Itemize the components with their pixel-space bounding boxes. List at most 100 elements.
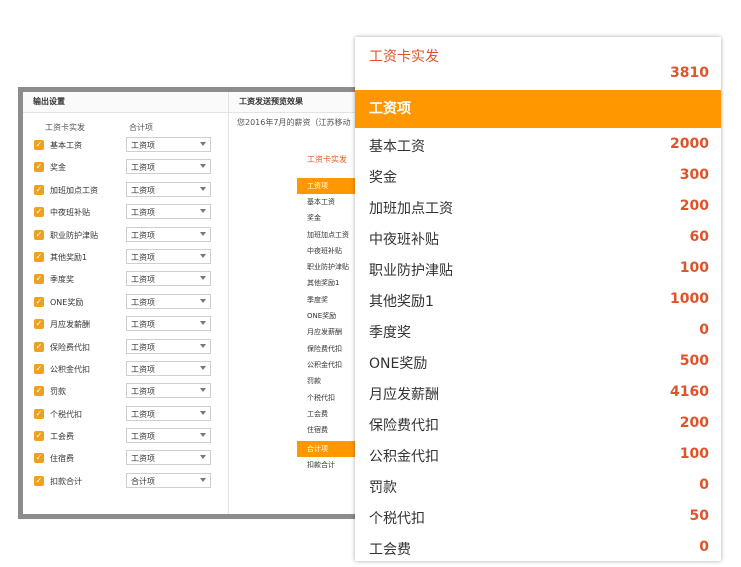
checkbox-checked-icon[interactable]: ✓ [34,475,44,486]
mini-preview-item: ONE奖励 [307,312,337,321]
checkbox-checked-icon[interactable]: ✓ [34,363,44,374]
type-select-value: 工资项 [131,432,155,442]
mini-preview-title: 工资卡实发 [307,155,347,164]
type-select[interactable]: 工资项 [126,204,211,220]
type-select-value: 工资项 [131,409,155,419]
mini-preview-item: 加班加点工资 [307,230,349,239]
chevron-down-icon [200,209,206,214]
card-item-amount: 2000 [670,136,709,152]
type-select-value: 工资项 [131,387,155,397]
settings-row-label: ONE奖励 [50,297,84,307]
card-item-name: 加班加点工资 [369,201,453,217]
card-item-amount: 100 [679,260,709,276]
mini-preview-band-total: 合计项 [297,441,359,458]
settings-row: ✓ 中夜班补贴 工资项 [23,202,228,224]
settings-row: ✓ 季度奖 工资项 [23,269,228,291]
card-item-amount: 500 [679,353,709,369]
type-select[interactable]: 工资项 [126,428,211,444]
chevron-down-icon [200,142,206,146]
settings-row-label: 扣款合计 [50,476,82,486]
settings-row-label: 加班加点工资 [50,185,98,195]
settings-row: ✓ 职业防护津贴 工资项 [23,225,228,247]
card-item-name: 中夜班补贴 [369,232,439,248]
mini-preview-item: 职业防护津贴 [307,263,349,272]
checkbox-checked-icon[interactable]: ✓ [34,386,44,397]
mini-preview-item: 其他奖励1 [307,279,340,288]
mini-preview-item: 季度奖 [307,295,328,304]
card-item-amount: 1000 [670,291,709,307]
card-section-band: 工资项 [355,90,721,128]
mini-preview-item: 罚款 [307,377,321,386]
settings-row: ✓ ONE奖励 工资项 [23,292,228,314]
card-item-amount: 60 [689,229,709,245]
checkbox-checked-icon[interactable]: ✓ [34,296,44,307]
mini-preview-item: 个税代扣 [307,393,335,402]
mini-preview-item: 保险费代扣 [307,344,342,353]
card-item: 个税代扣 50 [355,501,721,532]
type-select[interactable]: 工资项 [126,181,211,197]
card-item: 公积金代扣 100 [355,439,721,470]
output-settings-panel: 输出设置 工资卡实发 合计项 ✓ 基本工资 工资项 ✓ 奖金 工资项 ✓ 加班加点工资 工资项 ✓… [23,92,229,514]
chevron-down-icon [200,388,206,393]
card-item: 奖金 300 [355,160,721,191]
settings-row: ✓ 基本工资 工资项 [23,135,228,157]
column-header-total: 合计项 [129,123,153,132]
type-select-value: 工资项 [131,163,155,173]
column-headers: 工资卡实发 合计项 [23,113,228,135]
chevron-down-icon [200,298,206,303]
card-item-amount: 0 [699,539,709,555]
type-select[interactable]: 工资项 [126,226,211,242]
checkbox-checked-icon[interactable]: ✓ [34,207,44,218]
type-select[interactable]: 工资项 [126,248,211,264]
chevron-down-icon [200,343,206,348]
checkbox-checked-icon[interactable]: ✓ [34,453,44,464]
type-select[interactable]: 合计项 [126,472,211,488]
type-select[interactable]: 工资项 [126,137,211,152]
checkbox-checked-icon[interactable]: ✓ [34,274,44,285]
checkbox-checked-icon[interactable]: ✓ [34,251,44,262]
card-item-amount: 300 [679,167,709,183]
card-item-name: 公积金代扣 [369,449,439,465]
type-select[interactable]: 工资项 [126,383,211,399]
card-item-amount: 4160 [670,384,709,400]
settings-row: ✓ 扣款合计 合计项 [23,471,228,493]
checkbox-checked-icon[interactable]: ✓ [34,341,44,352]
type-select[interactable]: 工资项 [126,360,211,376]
card-item: 中夜班补贴 60 [355,222,721,253]
settings-row: ✓ 罚款 工资项 [23,381,228,403]
checkbox-checked-icon[interactable]: ✓ [34,431,44,442]
card-item-name: 职业防护津贴 [369,263,453,279]
checkbox-checked-icon[interactable]: ✓ [34,319,44,330]
type-select[interactable]: 工资项 [126,271,211,287]
checkbox-checked-icon[interactable]: ✓ [34,140,44,150]
type-select-value: 工资项 [131,208,155,218]
settings-row-label: 个税代扣 [50,409,82,419]
card-item-list: 基本工资 2000 奖金 300 加班加点工资 200 中夜班补贴 60 职业防护津贴 100 其他… [355,129,721,561]
checkbox-checked-icon[interactable]: ✓ [34,408,44,419]
chevron-down-icon [200,231,206,236]
type-select[interactable]: 工资项 [126,316,211,332]
type-select[interactable]: 工资项 [126,450,211,466]
card-item-amount: 50 [689,508,709,524]
settings-row: ✓ 工会费 工资项 [23,426,228,448]
settings-row-label: 公积金代扣 [50,364,90,374]
checkbox-checked-icon[interactable]: ✓ [34,229,44,240]
settings-row: ✓ 公积金代扣 工资项 [23,359,228,381]
type-select[interactable]: 工资项 [126,405,211,421]
type-select[interactable]: 工资项 [126,293,211,309]
chevron-down-icon [200,186,206,191]
type-select-value: 合计项 [131,476,155,486]
type-select-value: 工资项 [131,252,155,262]
chevron-down-icon [200,276,206,281]
card-total: 3810 [670,65,709,81]
settings-row-label: 奖金 [50,163,66,173]
settings-row-label: 住宿费 [50,454,74,464]
settings-row: ✓ 住宿费 工资项 [23,448,228,470]
settings-row: ✓ 其他奖励1 工资项 [23,247,228,269]
checkbox-checked-icon[interactable]: ✓ [34,184,44,195]
type-select[interactable]: 工资项 [126,159,211,175]
type-select-value: 工资项 [131,364,155,374]
type-select-value: 工资项 [131,185,155,195]
type-select[interactable]: 工资项 [126,338,211,354]
checkbox-checked-icon[interactable]: ✓ [34,162,44,173]
